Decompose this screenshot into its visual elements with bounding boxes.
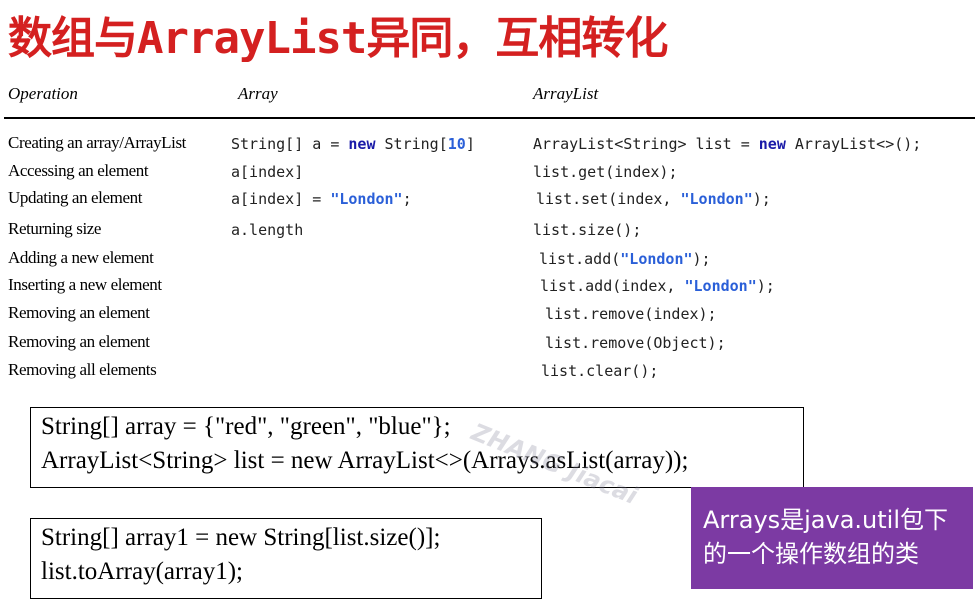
code-token: ); [692,250,711,268]
code-token: list.add(index, [540,277,685,295]
operation-label: Removing an element [8,332,150,351]
code-box-list-to-array: String[] array1 = new String[list.size()… [30,518,542,599]
code-token: a.length [231,221,304,239]
header-array: Array [238,84,278,103]
code-token: list.size(); [533,221,642,239]
arraylist-code: list.remove(Object); [545,334,726,352]
code-line: String[] array = {"red", "green", "blue"… [41,413,451,440]
header-operation: Operation [8,84,78,103]
code-token: a[index] [231,163,304,181]
code-line: ArrayList<String> list = new ArrayList<>… [41,447,689,474]
code-token: String[ [375,135,448,153]
arraylist-code: ArrayList<String> list = new ArrayList<>… [533,135,921,153]
operation-label: Inserting a new element [8,275,162,294]
code-token: ] [465,135,475,153]
arraylist-code: list.clear(); [541,362,658,380]
header-divider [4,117,975,119]
code-token: list.remove(Object); [545,334,726,352]
arraylist-code: list.get(index); [533,163,678,181]
operation-label: Creating an array/ArrayList [8,133,187,152]
code-token: ; [402,190,412,208]
code-token: ArrayList<String> list = [533,135,759,153]
code-token: "London" [620,250,693,268]
operation-label: Adding a new element [8,248,154,267]
note-callout: Arrays是java.util包下 的一个操作数组的类 [691,487,973,589]
code-token: String[] a = [231,135,349,153]
operation-label: Accessing an element [8,161,149,180]
operation-label: Removing an element [8,303,150,322]
code-token: 10 [447,135,466,153]
code-token: a[index] = [231,190,331,208]
code-token: "London" [684,277,757,295]
code-token: list.clear(); [541,362,659,380]
code-token: list.get(index); [533,163,678,181]
operation-label: Updating an element [8,188,143,207]
code-token: ); [756,277,775,295]
code-token: ); [752,190,771,208]
code-token: "London" [330,190,403,208]
code-token: list.set(index, [536,190,681,208]
arraylist-code: list.add("London"); [539,250,711,268]
code-token: "London" [680,190,753,208]
code-token: list.remove(index); [545,305,717,323]
code-box-array-to-list: String[] array = {"red", "green", "blue"… [30,407,804,488]
note-line: Arrays是java.util包下 [703,506,949,534]
operation-label: Returning size [8,219,102,238]
array-code: a[index] = "London"; [231,190,412,208]
array-code: String[] a = new String[10] [231,135,475,153]
note-line: 的一个操作数组的类 [703,540,919,568]
code-token: new [348,135,376,153]
header-arraylist: ArrayList [533,84,599,103]
code-token: ArrayList<>(); [785,135,922,153]
arraylist-code: list.remove(index); [545,305,717,323]
array-code: a.length [231,221,303,239]
page-title: 数组与ArrayList异同，互相转化 [8,13,668,64]
arraylist-code: list.set(index, "London"); [536,190,771,208]
code-token: new [758,135,786,153]
code-line: String[] array1 = new String[list.size()… [41,524,441,551]
array-code: a[index] [231,163,303,181]
arraylist-code: list.add(index, "London"); [540,277,775,295]
code-line: list.toArray(array1); [41,558,244,585]
arraylist-code: list.size(); [533,221,641,239]
code-token: list.add( [539,250,621,268]
operation-label: Removing all elements [8,360,157,379]
